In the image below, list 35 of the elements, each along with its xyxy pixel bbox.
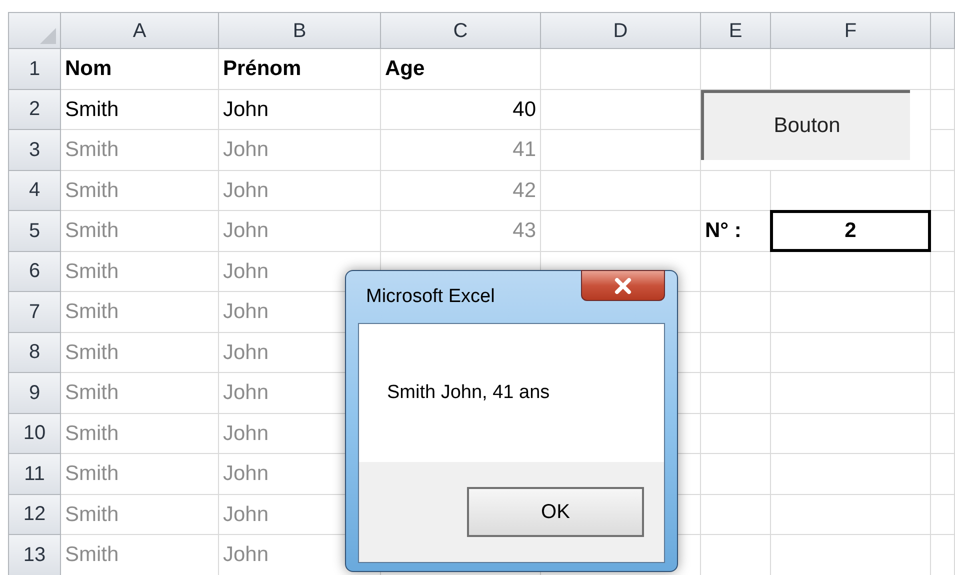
column-header[interactable]: A xyxy=(61,13,219,49)
row-header[interactable]: 6 xyxy=(9,252,61,292)
row-header[interactable]: 1 xyxy=(9,49,61,90)
column-header[interactable]: B xyxy=(219,13,381,49)
row-header[interactable]: 7 xyxy=(9,292,61,332)
close-button[interactable] xyxy=(581,270,665,301)
row-header[interactable]: 3 xyxy=(9,130,61,170)
row-header[interactable]: 10 xyxy=(9,414,61,454)
dialog-message: Smith John, 41 ans xyxy=(387,380,550,405)
row-header[interactable]: 8 xyxy=(9,332,61,373)
sheet-cell[interactable]: N° : xyxy=(701,211,771,252)
sheet-cell[interactable]: 40 xyxy=(381,90,541,130)
row-header[interactable]: 13 xyxy=(9,535,61,575)
row-header[interactable]: 11 xyxy=(9,454,61,494)
column-header[interactable]: C xyxy=(381,13,541,49)
row-header[interactable]: 9 xyxy=(9,373,61,414)
sheet-cell[interactable]: John xyxy=(219,90,381,130)
column-header[interactable]: F xyxy=(771,13,931,49)
sheet-cell[interactable]: Age xyxy=(381,49,541,90)
ok-button[interactable]: OK xyxy=(467,487,644,537)
column-header[interactable] xyxy=(931,13,955,49)
sheet-button[interactable]: Bouton xyxy=(701,90,910,160)
row-header[interactable]: 4 xyxy=(9,170,61,211)
row-header[interactable]: 2 xyxy=(9,90,61,130)
column-header[interactable]: D xyxy=(541,13,701,49)
row-header[interactable]: 5 xyxy=(9,211,61,252)
select-all-icon[interactable] xyxy=(40,28,56,44)
sheet-cell[interactable]: Prénom xyxy=(219,49,381,90)
column-header[interactable]: E xyxy=(701,13,771,49)
sheet-cell[interactable]: Nom xyxy=(61,49,219,90)
counter-cell: 2 xyxy=(770,210,931,252)
close-icon xyxy=(614,278,632,294)
row-header[interactable]: 12 xyxy=(9,494,61,535)
sheet-cell[interactable]: Smith xyxy=(61,90,219,130)
select-all-corner[interactable] xyxy=(9,13,61,49)
